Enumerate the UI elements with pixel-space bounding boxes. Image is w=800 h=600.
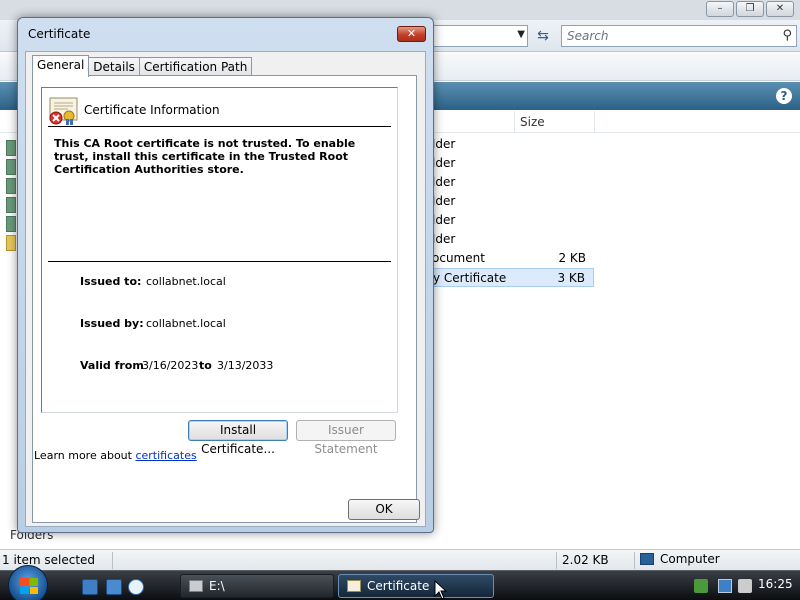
show-desktop-icon[interactable] [82, 579, 98, 595]
minimize-button[interactable]: – [706, 1, 734, 17]
taskbar-button-label: E:\ [209, 579, 225, 593]
certificate-dialog: Certificate ✕ General Details Certificat… [17, 17, 434, 533]
tab-strip: General Details Certification Path [32, 55, 253, 77]
help-icon[interactable]: ? [776, 88, 792, 104]
window-caption-buttons: – ❐ ✕ [706, 1, 794, 17]
taskbar-button-explorer[interactable]: E:\ [180, 574, 334, 598]
divider [48, 261, 391, 262]
divider [48, 126, 391, 127]
search-placeholder: Search [567, 29, 609, 43]
valid-from-label: Valid from [80, 359, 144, 372]
install-certificate-button[interactable]: Install Certificate... [188, 420, 288, 456]
list-item[interactable]: lder [432, 211, 594, 230]
learn-more-text: Learn more about [34, 449, 132, 462]
valid-to-label: to [199, 359, 212, 372]
issued-by-label: Issued by: [80, 317, 144, 330]
tab-general[interactable]: General [32, 55, 90, 77]
list-item[interactable]: lder [432, 173, 594, 192]
status-bar: 1 item selected 2.02 KB Computer [0, 549, 800, 570]
nav-item-icon[interactable] [6, 140, 16, 156]
volume-muted-icon[interactable] [738, 579, 752, 593]
windows-logo-icon [20, 578, 38, 594]
dialog-title: Certificate [28, 27, 91, 41]
status-selection-count: 1 item selected [2, 553, 96, 567]
certificate-icon [347, 580, 361, 592]
drive-icon [189, 580, 203, 592]
column-header-size[interactable]: Size [520, 115, 545, 129]
file-name: ocument [432, 251, 485, 265]
update-icon[interactable] [694, 579, 708, 593]
nav-item-icon[interactable] [6, 197, 16, 213]
column-divider[interactable] [514, 111, 515, 133]
file-name: lder [432, 175, 456, 189]
taskbar: E:\ Certificate 16:25 [0, 565, 800, 600]
nav-item-icon[interactable] [6, 178, 16, 194]
status-divider [634, 552, 635, 569]
file-size: 2 KB [558, 251, 586, 265]
mouse-cursor-icon [434, 580, 448, 600]
nav-pane-icons [6, 140, 16, 254]
file-size: 3 KB [557, 271, 585, 285]
clock[interactable]: 16:25 [758, 577, 793, 591]
status-size: 2.02 KB [562, 553, 609, 567]
address-field[interactable]: ▼ [430, 25, 528, 47]
nav-item-icon[interactable] [6, 159, 16, 175]
valid-from-value: 3/16/2023 [142, 359, 199, 372]
status-divider [112, 552, 113, 569]
start-button[interactable] [8, 565, 48, 600]
general-tab-panel: Certificate Information This CA Root cer… [32, 75, 417, 523]
list-item[interactable]: lder [432, 154, 594, 173]
trust-warning-text: This CA Root certificate is not trusted.… [54, 137, 356, 176]
issued-by-value: collabnet.local [146, 317, 226, 330]
ok-button[interactable]: OK [348, 499, 420, 520]
nav-item-icon[interactable] [6, 216, 16, 232]
refresh-icon[interactable]: ⇆ [532, 25, 554, 47]
network-icon[interactable] [718, 579, 732, 593]
taskbar-button-label: Certificate [367, 579, 430, 593]
file-name: lder [432, 213, 456, 227]
tab-certification-path[interactable]: Certification Path [138, 57, 253, 76]
computer-icon [640, 553, 654, 565]
certificate-info-heading: Certificate Information [84, 103, 220, 117]
column-divider[interactable] [594, 111, 595, 133]
list-item[interactable]: lder [432, 135, 594, 154]
status-location: Computer [640, 552, 720, 566]
chevron-down-icon[interactable]: ▼ [517, 29, 525, 40]
taskbar-button-certificate[interactable]: Certificate [338, 574, 494, 598]
dialog-close-button[interactable]: ✕ [397, 26, 426, 42]
certificates-link[interactable]: certificates [135, 449, 196, 462]
learn-more-line: Learn more about certificates [34, 449, 197, 462]
issued-to-value: collabnet.local [146, 275, 226, 288]
list-item[interactable]: lder [432, 192, 594, 211]
tab-details[interactable]: Details [88, 57, 140, 76]
file-name: lder [432, 156, 456, 170]
status-location-label: Computer [660, 552, 720, 566]
status-divider [556, 552, 557, 569]
issued-to-label: Issued to: [80, 275, 142, 288]
internet-explorer-icon[interactable] [128, 579, 144, 595]
maximize-button[interactable]: ❐ [736, 1, 764, 17]
file-name: lder [432, 137, 456, 151]
switch-windows-icon[interactable] [106, 579, 122, 595]
search-input[interactable]: Search ⚲ [561, 25, 797, 47]
valid-to-value: 3/13/2033 [217, 359, 274, 372]
file-name: y Certificate [433, 271, 507, 285]
list-item-selected[interactable]: y Certificate 3 KB [432, 268, 594, 287]
close-button[interactable]: ✕ [766, 1, 794, 17]
file-name: lder [432, 194, 456, 208]
list-item[interactable]: lder [432, 230, 594, 249]
list-item[interactable]: ocument 2 KB [432, 249, 594, 268]
file-name: lder [432, 232, 456, 246]
search-icon[interactable]: ⚲ [782, 28, 792, 43]
issuer-statement-button[interactable]: Issuer Statement [296, 420, 396, 456]
untrusted-certificate-icon [49, 97, 78, 125]
dialog-client-area: General Details Certification Path Certi… [25, 51, 426, 527]
certificate-info-box: Certificate Information This CA Root cer… [41, 87, 398, 413]
folder-icon[interactable] [6, 235, 16, 251]
